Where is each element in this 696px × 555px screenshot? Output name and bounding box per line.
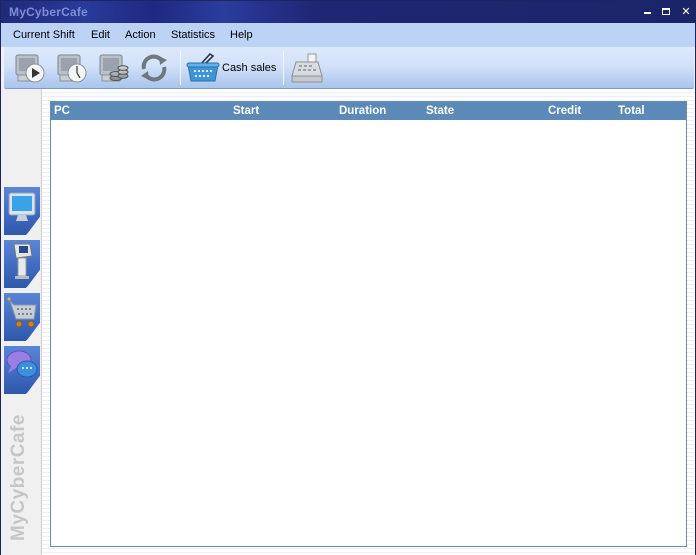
- minimize-button[interactable]: [641, 5, 655, 19]
- toolbar-separator: [180, 51, 181, 85]
- kiosk-terminal-icon: [13, 243, 33, 279]
- menu-help[interactable]: Help: [230, 29, 253, 41]
- column-header-start[interactable]: Start: [233, 105, 259, 117]
- content-area: PC Start Duration State Credit Total: [42, 89, 695, 555]
- maximize-button[interactable]: [659, 5, 673, 19]
- toolbar: Cash sales: [4, 47, 694, 89]
- sidebar-item-shop[interactable]: [4, 293, 40, 341]
- menu-current-shift[interactable]: Current Shift: [13, 29, 75, 41]
- start-session-button[interactable]: [14, 51, 46, 85]
- menu-action[interactable]: Action: [125, 29, 156, 41]
- menu-bar: Current Shift Edit Action Statistics Hel…: [1, 23, 695, 47]
- timed-session-button[interactable]: [56, 51, 88, 85]
- prepaid-session-button[interactable]: [98, 51, 130, 85]
- close-button[interactable]: ✕: [679, 5, 693, 19]
- grid-header: PC Start Duration State Credit Total: [51, 102, 686, 120]
- sidebar-brand-text: MyCyberCafe: [8, 414, 29, 541]
- prepaid-session-icon: [99, 54, 129, 82]
- shopping-basket-icon: [186, 52, 220, 82]
- window-title: MyCyberCafe: [9, 5, 88, 19]
- sidebar-item-computers[interactable]: [4, 187, 40, 235]
- shopping-cart-icon: [7, 297, 37, 328]
- maximize-icon: [662, 8, 670, 15]
- menu-statistics[interactable]: Statistics: [171, 29, 215, 41]
- column-header-state[interactable]: State: [426, 105, 454, 117]
- column-header-duration[interactable]: Duration: [339, 105, 386, 117]
- refresh-button[interactable]: [138, 51, 170, 85]
- cash-register-icon: [291, 53, 323, 83]
- column-header-total[interactable]: Total: [618, 105, 645, 117]
- app-window: MyCyberCafe ✕ Current Shift Edit Action …: [0, 0, 696, 555]
- cash-sales-button[interactable]: Cash sales: [186, 51, 276, 85]
- close-icon: ✕: [681, 6, 691, 18]
- cash-sales-label: Cash sales: [222, 62, 277, 74]
- column-header-pc[interactable]: PC: [54, 105, 70, 117]
- start-session-icon: [15, 54, 45, 83]
- minimize-icon: [644, 12, 651, 14]
- title-bar[interactable]: MyCyberCafe ✕: [1, 1, 695, 23]
- sidebar-item-messages[interactable]: [4, 346, 40, 394]
- sidebar-item-terminals[interactable]: [4, 240, 40, 288]
- chat-bubbles-icon: [6, 350, 38, 378]
- sessions-grid[interactable]: PC Start Duration State Credit Total: [50, 101, 687, 547]
- timed-session-icon: [57, 54, 87, 83]
- refresh-icon: [141, 54, 167, 82]
- toolbar-separator: [283, 51, 284, 85]
- menu-edit[interactable]: Edit: [91, 29, 110, 41]
- computer-monitor-icon: [8, 192, 36, 221]
- column-header-credit[interactable]: Credit: [548, 105, 581, 117]
- sidebar: MyCyberCafe: [1, 89, 42, 555]
- cash-register-button[interactable]: [290, 51, 324, 85]
